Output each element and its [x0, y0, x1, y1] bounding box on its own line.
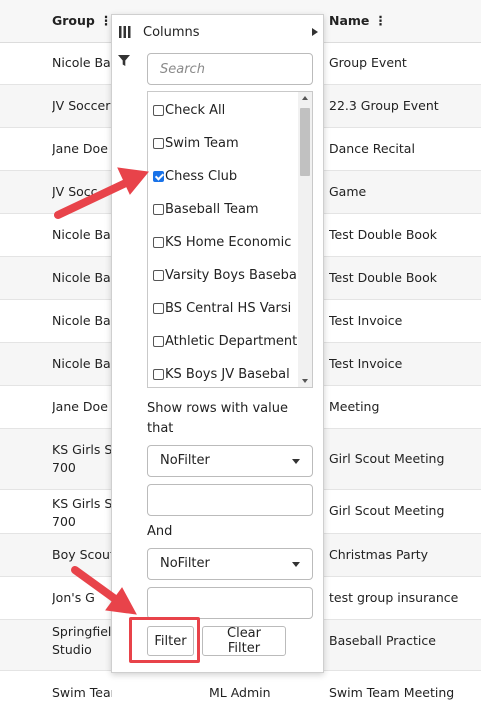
- arrow-to-chess-club: [54, 167, 149, 219]
- arrow-to-filter-button: [71, 566, 137, 615]
- annotation-arrows: [54, 167, 149, 615]
